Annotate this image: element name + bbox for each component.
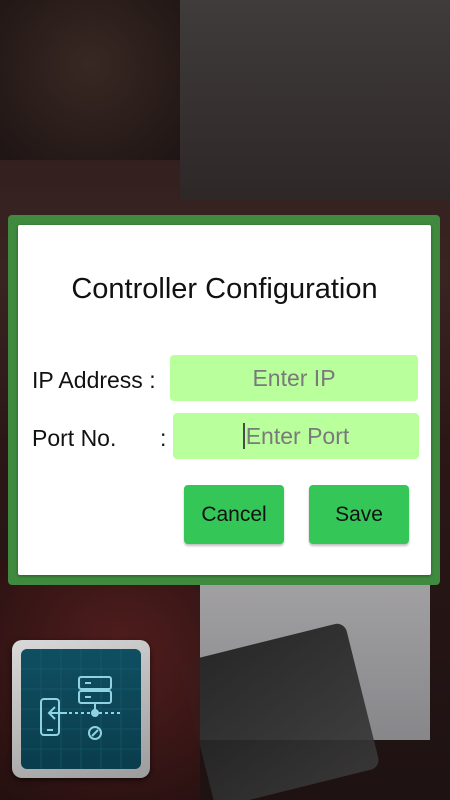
cancel-button[interactable]: Cancel	[184, 485, 284, 544]
ip-address-label: IP Address :	[32, 367, 156, 393]
port-label: Port No.	[32, 425, 117, 451]
controller-config-dialog: Controller Configuration IP Address : En…	[18, 225, 431, 575]
ip-address-placeholder: Enter IP	[252, 364, 336, 391]
phone-to-server-connection-icon	[21, 649, 141, 769]
port-input[interactable]: Enter Port	[173, 413, 419, 459]
connection-settings-button[interactable]	[12, 640, 150, 778]
port-colon: :	[160, 425, 167, 451]
port-placeholder: Enter Port	[245, 422, 350, 449]
dialog-title: Controller Configuration	[71, 273, 378, 305]
text-cursor	[242, 423, 245, 449]
save-button[interactable]: Save	[309, 485, 409, 544]
ip-address-input[interactable]: Enter IP	[170, 355, 418, 401]
